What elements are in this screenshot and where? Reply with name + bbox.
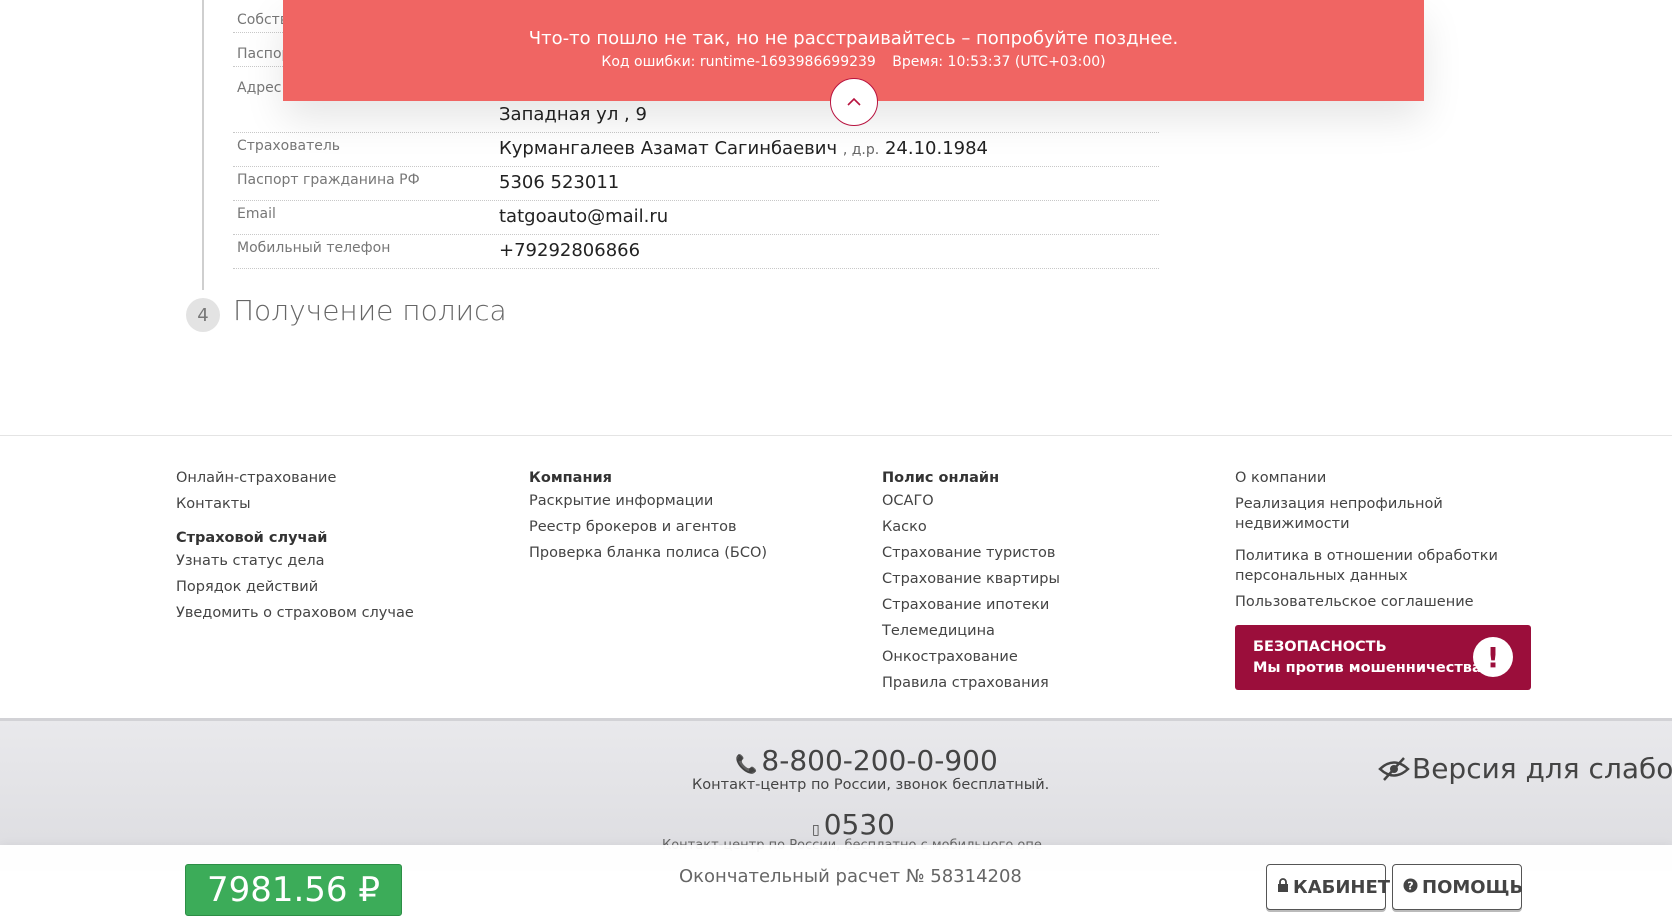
low-vision-link[interactable]: Версия для слабов	[1378, 752, 1672, 785]
footer-link[interactable]: Страхование туристов	[882, 543, 1202, 563]
dob-prefix: , д.р.	[842, 142, 880, 158]
footer-link[interactable]: Реестр брокеров и агентов	[529, 517, 849, 537]
price-button[interactable]: 7981.56 ₽	[185, 864, 402, 916]
security-title: БЕЗОПАСНОСТЬ	[1253, 639, 1387, 655]
hotline-phone[interactable]: 📞 8-800-200-0-900	[735, 744, 998, 777]
footer-link[interactable]: Реализация непрофильной недвижимости	[1235, 494, 1505, 534]
cabinet-label: КАБИНЕТ	[1293, 876, 1391, 898]
footer-link[interactable]: Узнать статус дела	[176, 551, 496, 571]
exclamation-icon: !	[1473, 637, 1513, 677]
row-label: Email	[237, 206, 276, 222]
footer-link[interactable]: Правила страхования	[882, 673, 1202, 693]
lock-icon	[1277, 878, 1289, 896]
data-row: Страхователь Курмангалеев Азамат Сагинба…	[233, 134, 1159, 167]
footer-link[interactable]: ОСАГО	[882, 491, 1202, 511]
step-number: 4	[186, 298, 220, 332]
footer-link[interactable]: О компании	[1235, 468, 1505, 488]
timeline-line	[202, 0, 204, 290]
hotline-number: 8-800-200-0-900	[761, 744, 998, 777]
footer-heading[interactable]: Страховой случай	[176, 528, 496, 548]
row-value: +79292806866	[499, 240, 641, 261]
calculation-label: Окончательный расчет № 58314208	[679, 866, 1022, 887]
data-row: Мобильный телефон +79292806866	[233, 236, 1159, 269]
footer-column-3: Полис онлайн ОСАГО Каско Страхование тур…	[882, 468, 1202, 699]
footer-link[interactable]: Проверка бланка полиса (БСО)	[529, 543, 849, 563]
footer-divider	[0, 435, 1672, 436]
row-value: tatgoauto@mail.ru	[499, 206, 669, 227]
hotline-note: Контакт-центр по России, звонок бесплатн…	[692, 777, 1050, 793]
security-button[interactable]: БЕЗОПАСНОСТЬ Мы против мошенничества !	[1235, 625, 1531, 690]
error-time: Время: 10:53:37 (UTC+03:00)	[892, 54, 1106, 70]
footer-link[interactable]: Онлайн-страхование	[176, 468, 496, 488]
short-phone[interactable]: ▯ 0530	[812, 808, 895, 841]
row-label: Адрес	[237, 80, 282, 96]
footer-heading: Компания	[529, 470, 612, 486]
row-label: Страхователь	[237, 138, 341, 154]
footer-column-4: О компании Реализация непрофильной недви…	[1235, 468, 1505, 618]
low-vision-label: Версия для слабов	[1412, 752, 1672, 785]
chevron-up-icon	[847, 97, 861, 106]
error-code: Код ошибки: runtime-1693986699239	[601, 54, 876, 70]
dob-value: 24.10.1984	[884, 138, 989, 159]
data-row: Email tatgoauto@mail.ru	[233, 202, 1159, 235]
footer-link[interactable]: Каско	[882, 517, 1202, 537]
svg-text:?: ?	[1407, 879, 1413, 892]
footer-link[interactable]: Политика в отношении обработки персональ…	[1235, 546, 1505, 586]
footer-link[interactable]: Контакты	[176, 494, 496, 514]
footer-link[interactable]: Порядок действий	[176, 577, 496, 597]
error-details: Код ошибки: runtime-1693986699239 Время:…	[283, 54, 1424, 70]
collapse-banner-button[interactable]	[830, 78, 878, 126]
row-label: Мобильный телефон	[237, 240, 391, 256]
eye-slash-icon	[1378, 757, 1410, 781]
phone-icon: 📞	[735, 754, 758, 775]
footer-column-1: Онлайн-страхование Контакты Страховой сл…	[176, 468, 496, 629]
footer-link[interactable]: Пользовательское соглашение	[1235, 592, 1505, 612]
footer-link[interactable]: Уведомить о страховом случае	[176, 603, 496, 623]
footer-column-2: Компания Раскрытие информации Реестр бро…	[529, 468, 849, 569]
question-circle-icon: ?	[1403, 878, 1418, 897]
mobile-icon: ▯	[812, 822, 820, 838]
error-message: Что-то пошло не так, но не расстраивайте…	[528, 28, 1179, 49]
row-label: Паспорт гражданина РФ	[237, 172, 420, 188]
short-number: 0530	[823, 808, 895, 841]
row-value: Курмангалеев Азамат Сагинбаевич , д.р. 2…	[499, 138, 988, 159]
row-value: Западная ул , 9	[499, 104, 647, 125]
footer-link[interactable]: Страхование ипотеки	[882, 595, 1202, 615]
footer-link[interactable]: Раскрытие информации	[529, 491, 849, 511]
footer-link[interactable]: Онкострахование	[882, 647, 1202, 667]
policyholder-name: Курмангалеев Азамат Сагинбаевич	[499, 138, 838, 159]
footer-link[interactable]: Телемедицина	[882, 621, 1202, 641]
row-value: 5306 523011	[499, 172, 620, 193]
step-title[interactable]: Получение полиса	[233, 294, 507, 327]
help-label: ПОМОЩЬ	[1422, 876, 1524, 898]
footer-heading[interactable]: Полис онлайн	[882, 468, 1202, 488]
data-row: Паспорт гражданина РФ 5306 523011	[233, 168, 1159, 201]
cabinet-button[interactable]: КАБИНЕТ	[1266, 864, 1390, 910]
footer-link[interactable]: Страхование квартиры	[882, 569, 1202, 589]
security-subtitle: Мы против мошенничества	[1253, 660, 1482, 676]
help-button[interactable]: ? ПОМОЩЬ	[1392, 864, 1524, 910]
